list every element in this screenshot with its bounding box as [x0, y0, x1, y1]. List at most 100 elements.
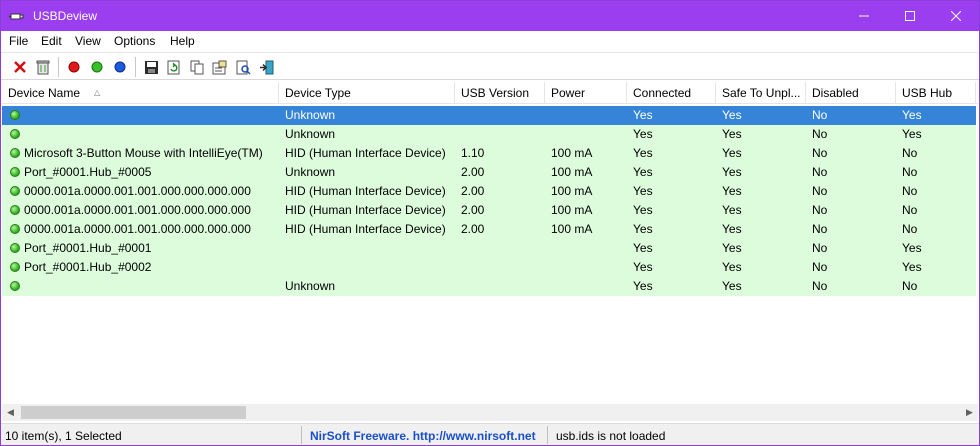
nirsoft-link[interactable]: NirSoft Freeware. http://www.nirsoft.net	[310, 429, 536, 443]
uninstall-button[interactable]	[33, 57, 53, 77]
cell-safe-to-unplug: Yes	[722, 203, 742, 217]
table-row[interactable]: Port_#0001.Hub_#0002 Yes Yes No Yes	[2, 258, 976, 277]
cell-device-type: HID (Human Interface Device)	[285, 184, 446, 198]
scroll-left-icon[interactable]: ◀	[2, 404, 19, 421]
minimize-button[interactable]	[841, 1, 887, 31]
menu-help[interactable]: Help	[170, 34, 195, 48]
copy-button[interactable]	[187, 57, 207, 77]
status-usbids: usb.ids is not loaded	[556, 429, 666, 443]
cell-power	[545, 125, 627, 144]
table-row[interactable]: Microsoft 3-Button Mouse with IntelliEye…	[2, 144, 976, 163]
cell-device-type	[279, 258, 455, 277]
column-label: Connected	[633, 86, 692, 100]
cell-device-type: Unknown	[285, 165, 336, 179]
scrollbar-thumb[interactable]	[21, 406, 246, 419]
save-button[interactable]	[141, 57, 161, 77]
cell-connected: Yes	[633, 146, 653, 160]
title-bar[interactable]: USBDeview	[1, 1, 979, 31]
refresh-icon	[167, 60, 179, 74]
cell-safe-to-unplug: Yes	[722, 127, 742, 141]
cell-usb-version: 2.00	[461, 203, 485, 217]
cell-device-name	[18, 277, 279, 296]
table-row[interactable]: 0000.001a.0000.001.001.000.000.000.000 HI…	[2, 201, 976, 220]
column-header-device-name[interactable]: Device Name △	[2, 82, 279, 104]
disconnect-button[interactable]	[10, 57, 30, 77]
cell-device-name: Microsoft 3-Button Mouse with IntelliEye…	[24, 146, 263, 160]
cell-power: 100 mA	[551, 203, 593, 217]
menu-options[interactable]: Options	[114, 34, 155, 48]
list-header: Device Name △ Device Type USB Version Po…	[2, 82, 978, 104]
cell-safe-to-unplug: Yes	[722, 146, 742, 160]
scroll-right-icon[interactable]: ▶	[961, 404, 978, 421]
cell-usb-hub: Yes	[902, 127, 922, 141]
minimize-icon	[859, 15, 869, 17]
cell-usb-hub: Yes	[902, 260, 922, 274]
blue-dot-icon	[114, 61, 126, 73]
cell-connected: Yes	[633, 165, 653, 179]
cell-usb-version	[455, 239, 545, 258]
cell-device-type	[279, 239, 455, 258]
close-icon	[951, 11, 961, 21]
horizontal-scrollbar[interactable]: ◀ ▶	[2, 404, 978, 421]
menu-bar: File Edit View Options Help	[1, 31, 979, 52]
cell-device-name: 0000.001a.0000.001.001.000.000.000.000	[24, 203, 251, 217]
table-row[interactable]: Port_#0001.Hub_#0005 Unknown 2.00 100 mA Yes…	[2, 163, 976, 182]
cell-usb-hub: No	[902, 203, 918, 217]
status-separator	[547, 426, 548, 444]
column-header-usb-version[interactable]: USB Version	[455, 82, 545, 104]
menu-file[interactable]: File	[9, 34, 28, 48]
column-header-disabled[interactable]: Disabled	[806, 82, 896, 104]
status-bar: 10 item(s), 1 Selected NirSoft Freeware.…	[1, 423, 979, 445]
refresh-button[interactable]	[163, 57, 183, 77]
cell-connected: Yes	[633, 203, 653, 217]
device-list[interactable]: Device Name △ Device Type USB Version Po…	[2, 82, 978, 404]
cell-connected: Yes	[633, 260, 653, 274]
column-header-usb-hub[interactable]: USB Hub	[896, 82, 976, 104]
cell-connected: Yes	[633, 184, 653, 198]
cell-device-type: Unknown	[285, 127, 336, 141]
table-row[interactable]: Unknown Yes Yes No No	[2, 277, 976, 296]
toolbar	[1, 52, 979, 80]
cell-device-name: 0000.001a.0000.001.001.000.000.000.000	[24, 222, 251, 236]
cell-safe-to-unplug: Yes	[722, 184, 742, 198]
exit-button[interactable]	[256, 57, 276, 77]
cell-power: 100 mA	[551, 146, 593, 160]
column-label: USB Hub	[902, 86, 953, 100]
recycle-bin-icon	[36, 60, 50, 75]
cell-power: 100 mA	[551, 184, 593, 198]
table-row[interactable]: Unknown Yes Yes No Yes	[2, 106, 976, 125]
enable-disable-button[interactable]	[110, 57, 130, 77]
cell-safe-to-unplug: Yes	[722, 241, 742, 255]
menu-edit[interactable]: Edit	[41, 34, 62, 48]
menu-view[interactable]: View	[75, 34, 101, 48]
column-header-device-type[interactable]: Device Type	[279, 82, 455, 104]
maximize-button[interactable]	[887, 1, 933, 31]
enable-button[interactable]	[87, 57, 107, 77]
column-label: Device Name	[8, 86, 81, 100]
table-row[interactable]: 0000.001a.0000.001.001.000.000.000.000 HI…	[2, 182, 976, 201]
cell-device-type: Unknown	[285, 108, 336, 122]
cell-power	[545, 239, 627, 258]
cell-safe-to-unplug: Yes	[722, 108, 742, 122]
red-x-icon	[14, 61, 26, 73]
column-label: Power	[551, 86, 586, 100]
html-report-button[interactable]	[233, 57, 253, 77]
window-title: USBDeview	[33, 9, 98, 23]
cell-disabled: No	[812, 108, 828, 122]
cell-connected: Yes	[633, 108, 653, 122]
cell-disabled: No	[812, 146, 828, 160]
close-button[interactable]	[933, 1, 979, 31]
exit-door-icon	[259, 60, 273, 74]
copy-icon	[190, 60, 203, 74]
column-header-power[interactable]: Power	[545, 82, 627, 104]
table-row[interactable]: 0000.001a.0000.001.001.000.000.000.000 HI…	[2, 220, 976, 239]
disable-button[interactable]	[64, 57, 84, 77]
table-row[interactable]: Port_#0001.Hub_#0001 Yes Yes No Yes	[2, 239, 976, 258]
column-header-safe-to-unplug[interactable]: Safe To Unpl...	[716, 82, 806, 104]
cell-disabled: No	[812, 279, 828, 293]
table-row[interactable]: Unknown Yes Yes No Yes	[2, 125, 976, 144]
column-header-connected[interactable]: Connected	[627, 82, 716, 104]
cell-usb-version	[455, 277, 545, 296]
column-label: Device Type	[285, 86, 351, 100]
properties-button[interactable]	[209, 57, 229, 77]
